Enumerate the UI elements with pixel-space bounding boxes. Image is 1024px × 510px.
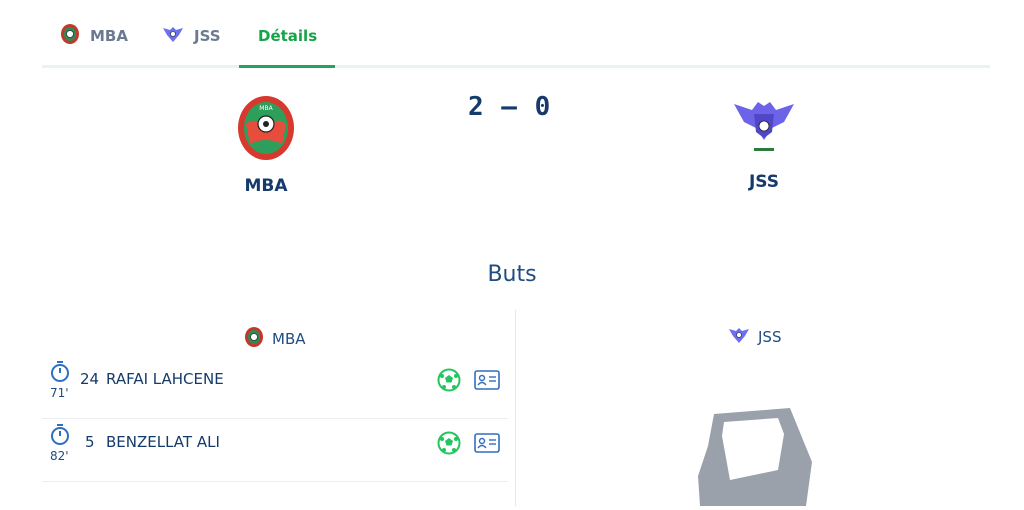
empty-state-illustration	[694, 406, 818, 510]
jss-logo-icon	[162, 25, 184, 47]
svg-text:MBA: MBA	[259, 105, 273, 112]
player-name: RAFAI LAHCENE	[106, 370, 224, 388]
active-tab-indicator	[239, 65, 335, 68]
goal-row[interactable]: 71' 24 RAFAI LAHCENE	[42, 356, 508, 419]
section-title-goals: Buts	[487, 262, 537, 287]
soccer-ball-icon	[437, 368, 461, 396]
tab-label: Détails	[258, 27, 318, 45]
jss-logo-icon	[732, 102, 796, 162]
tab-label: JSS	[194, 27, 221, 45]
goal-minute: 71'	[50, 386, 69, 400]
goals-column-divider	[515, 310, 516, 506]
tab-bar-divider	[42, 65, 990, 68]
player-number: 5	[85, 433, 95, 451]
home-goals-header: MBA	[244, 326, 306, 352]
goal-minute: 82'	[50, 449, 69, 463]
player-number: 24	[80, 370, 100, 388]
tab-label: MBA	[90, 27, 128, 45]
player-name: BENZELLAT ALI	[106, 433, 220, 451]
jss-logo-icon	[728, 326, 750, 348]
mba-logo-icon	[60, 23, 80, 49]
tab-details[interactable]: Détails	[258, 22, 317, 50]
away-team-name: JSS	[748, 172, 780, 192]
mba-logo-icon	[244, 326, 264, 352]
home-team-name: MBA	[244, 176, 288, 196]
away-goals-header: JSS	[728, 326, 781, 348]
mba-logo-icon: MBA	[236, 96, 296, 166]
away-goals-header-label: JSS	[758, 328, 782, 346]
tab-bar: MBA JSS Détails	[42, 0, 990, 68]
home-goals-header-label: MBA	[272, 330, 306, 348]
stopwatch-icon	[48, 423, 72, 451]
goal-row[interactable]: 82' 5 BENZELLAT ALI	[42, 419, 508, 482]
away-team[interactable]: JSS	[694, 98, 834, 192]
player-card-icon[interactable]	[474, 433, 500, 457]
score: 2 — 0	[468, 92, 552, 122]
stopwatch-icon	[48, 360, 72, 388]
home-team[interactable]: MBA MBA	[196, 94, 336, 196]
tab-mba[interactable]: MBA	[60, 22, 128, 50]
tab-jss[interactable]: JSS	[162, 22, 221, 50]
player-card-icon[interactable]	[474, 370, 500, 394]
soccer-ball-icon	[437, 431, 461, 459]
